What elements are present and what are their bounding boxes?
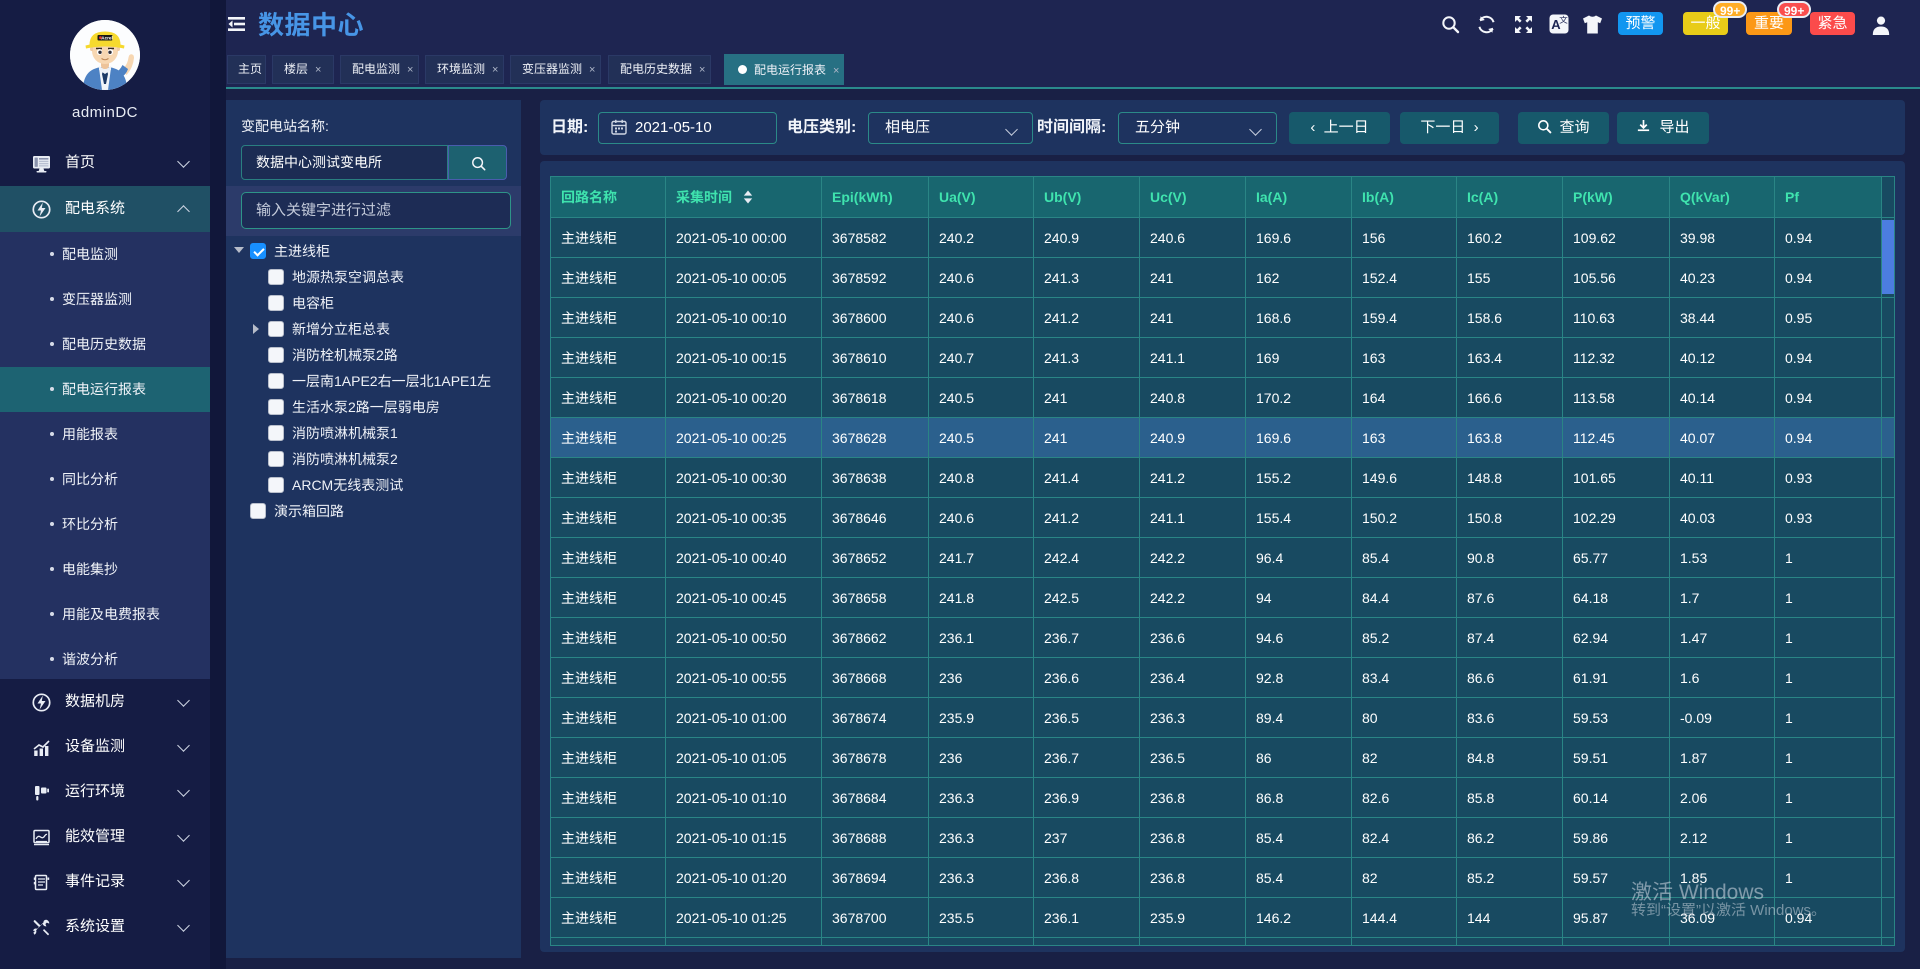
svg-text:文: 文 bbox=[1559, 15, 1568, 25]
svg-text:Acrel: Acrel bbox=[101, 36, 113, 41]
